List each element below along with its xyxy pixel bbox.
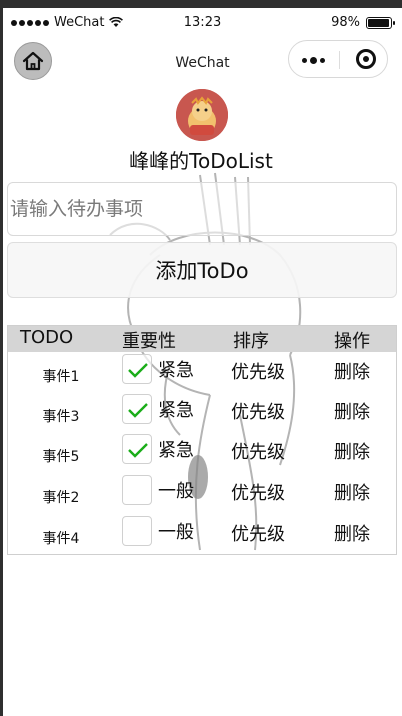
table-row: 事件3 紧急 优先级 删除 [8,394,396,434]
avatar-image [176,89,228,141]
todo-name: 事件5 [42,449,80,465]
importance-checkbox[interactable] [122,516,152,546]
window-frame-top [0,0,402,8]
table-row: 事件1 紧急 优先级 删除 [8,354,396,394]
delete-button[interactable]: 删除 [334,520,370,546]
todo-name: 事件4 [42,531,80,547]
priority-button[interactable]: 优先级 [231,438,285,464]
capsule-divider [339,51,340,69]
more-dots-icon[interactable] [302,57,325,64]
todo-name: 事件3 [42,409,80,425]
importance-label: 紧急 [158,360,194,381]
importance-label: 一般 [158,481,194,502]
table-row: 事件2 一般 优先级 删除 [8,475,396,515]
importance-checkbox[interactable] [122,434,152,464]
table-header: TODO 重要性 排序 操作 [8,326,396,352]
status-bar: WeChat 13:23 98% [3,8,402,36]
priority-button[interactable]: 优先级 [231,358,285,384]
capsule-menu [288,40,388,78]
checkmark-icon [128,363,148,378]
checkmark-icon [128,403,148,418]
battery-icon [366,16,395,29]
header-order: 排序 [233,331,269,352]
delete-button[interactable]: 删除 [334,438,370,464]
importance-checkbox[interactable] [122,354,152,384]
checkmark-icon [128,443,148,458]
priority-button[interactable]: 优先级 [231,398,285,424]
window-frame-left [0,0,3,716]
delete-button[interactable]: 删除 [334,479,370,505]
importance-checkbox[interactable] [122,394,152,424]
battery-fill [368,18,389,27]
target-icon[interactable] [356,49,376,69]
delete-button[interactable]: 删除 [334,398,370,424]
header-action: 操作 [334,331,370,352]
table-row: 事件4 一般 优先级 删除 [8,516,396,556]
delete-button[interactable]: 删除 [334,358,370,384]
importance-label: 紧急 [158,440,194,461]
status-right: 98% [331,15,395,30]
todo-input[interactable] [7,182,397,236]
header-importance: 重要性 [122,331,176,352]
importance-label: 一般 [158,522,194,543]
priority-button[interactable]: 优先级 [231,479,285,505]
add-todo-button[interactable]: 添加ToDo [7,242,397,298]
header-todo: TODO [20,327,74,348]
importance-checkbox[interactable] [122,475,152,505]
todo-name: 事件1 [42,369,80,385]
page-title: 峰峰的ToDoList [129,149,273,173]
table-row: 事件5 紧急 优先级 删除 [8,434,396,474]
battery-percent: 98% [331,15,360,30]
todo-name: 事件2 [42,490,80,506]
nav-bar: WeChat [3,38,402,86]
avatar [176,89,228,141]
todo-table: TODO 重要性 排序 操作 事件1 紧急 优先级 删除 事件3 紧急 优先级 … [7,325,397,555]
priority-button[interactable]: 优先级 [231,520,285,546]
importance-label: 紧急 [158,400,194,421]
